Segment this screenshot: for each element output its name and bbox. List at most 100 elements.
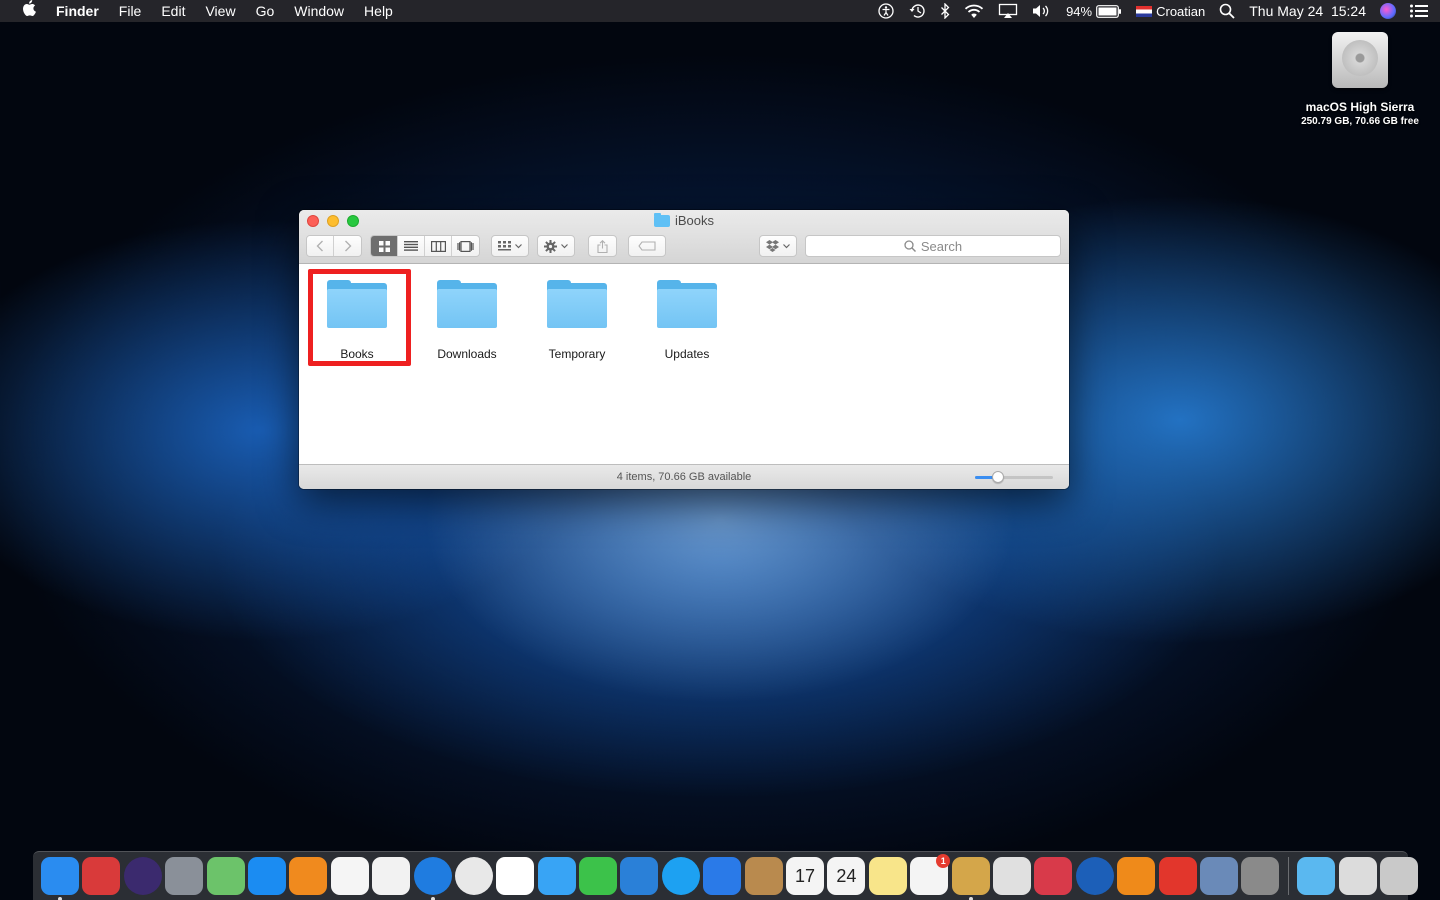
chevron-down-icon xyxy=(515,243,522,248)
window-titlebar[interactable]: iBooks Search xyxy=(299,210,1069,264)
dropbox-control xyxy=(759,235,797,257)
menu-bar-extras: 94% Croatian Thu May 24 15:24 xyxy=(878,0,1428,22)
dock-item-applications-folder[interactable] xyxy=(1297,857,1336,895)
menu-file[interactable]: File xyxy=(109,0,152,22)
input-source-label: Croatian xyxy=(1156,3,1206,19)
dock-app-system-preferences[interactable] xyxy=(1241,857,1280,895)
dock-app-onepassword[interactable] xyxy=(1075,857,1114,895)
dock-app-ibooks[interactable] xyxy=(289,857,328,895)
dock-app-chrome[interactable] xyxy=(454,857,493,895)
menu-app-name[interactable]: Finder xyxy=(46,0,109,22)
dock-app-pdf-expert[interactable] xyxy=(1158,857,1197,895)
spotlight-search-icon[interactable] xyxy=(1219,0,1235,22)
dock-app-twitter[interactable] xyxy=(661,857,700,895)
status-bar: 4 items, 70.66 GB available xyxy=(299,464,1069,489)
airplay-icon[interactable] xyxy=(998,0,1018,22)
dock-app-slack[interactable] xyxy=(496,857,535,895)
dock-app-fantastical[interactable]: 17 xyxy=(786,857,825,895)
input-source-menu[interactable]: Croatian xyxy=(1136,0,1205,22)
time-machine-icon[interactable] xyxy=(908,0,926,22)
gallery-view-button[interactable] xyxy=(452,236,479,256)
forward-button[interactable] xyxy=(334,236,361,256)
menu-bar: Finder File Edit View Go Window Help 94% xyxy=(0,0,1440,22)
dock-app-spark[interactable] xyxy=(703,857,742,895)
arrange-control xyxy=(491,235,529,257)
dock-app-facetime[interactable] xyxy=(579,857,618,895)
arrange-button[interactable] xyxy=(491,235,529,257)
dock-app-messages[interactable] xyxy=(537,857,576,895)
action-control xyxy=(537,235,575,257)
chevron-down-icon xyxy=(783,243,790,248)
notification-center-icon[interactable] xyxy=(1410,0,1428,22)
dock-app-finder[interactable] xyxy=(41,857,79,900)
icon-view-button[interactable] xyxy=(371,236,398,256)
wifi-icon[interactable] xyxy=(964,0,984,22)
dropbox-button[interactable] xyxy=(759,235,797,257)
dock-app-launchpad[interactable] xyxy=(165,857,204,895)
clock[interactable]: Thu May 24 15:24 xyxy=(1249,0,1366,22)
folder-item-temporary[interactable]: Temporary xyxy=(527,280,627,361)
share-button[interactable] xyxy=(588,235,617,257)
dock-item-trash[interactable] xyxy=(1379,857,1418,895)
fantastical-icon: 17 xyxy=(795,865,816,886)
action-button[interactable] xyxy=(537,235,575,257)
dock: 17 24 1 xyxy=(33,851,1418,900)
dock-item-screenshots[interactable] xyxy=(1338,857,1377,895)
dock-app-contacts[interactable] xyxy=(744,857,783,895)
folder-contents: Books Downloads Temporary Updates xyxy=(299,264,1069,464)
desktop-disk[interactable]: macOS High Sierra 250.79 GB, 70.66 GB fr… xyxy=(1290,32,1430,127)
menu-window[interactable]: Window xyxy=(284,0,354,22)
dock-app-safari[interactable] xyxy=(413,857,452,900)
dock-app-tweetbot[interactable] xyxy=(620,857,659,895)
dock-app-siri[interactable] xyxy=(123,857,162,895)
bluetooth-icon[interactable] xyxy=(940,0,950,22)
slider-knob[interactable] xyxy=(991,471,1004,483)
list-icon xyxy=(404,241,418,251)
chevron-right-icon xyxy=(344,240,351,252)
folder-icon xyxy=(657,280,717,328)
apple-menu-icon[interactable] xyxy=(12,0,46,22)
dock-app-photos[interactable] xyxy=(372,857,411,895)
chevron-down-icon xyxy=(561,243,568,248)
dock-app-notes[interactable] xyxy=(868,857,907,895)
column-view-button[interactable] xyxy=(425,236,452,256)
battery-status[interactable]: 94% xyxy=(1066,0,1122,22)
folder-icon xyxy=(437,280,497,328)
folder-item-downloads[interactable]: Downloads xyxy=(417,280,517,361)
dock-app-reminders[interactable]: 1 xyxy=(910,854,951,895)
accessibility-icon[interactable] xyxy=(878,0,894,22)
back-button[interactable] xyxy=(307,236,334,256)
dock-app-pixelmator[interactable] xyxy=(992,857,1031,895)
columns-icon xyxy=(430,240,446,252)
share-control xyxy=(588,235,617,257)
dock-app-vlc[interactable] xyxy=(1117,857,1156,895)
disk-capacity: 250.79 GB, 70.66 GB free xyxy=(1301,116,1419,127)
menu-go[interactable]: Go xyxy=(246,0,285,22)
icon-size-slider[interactable] xyxy=(975,471,1053,483)
menu-help[interactable]: Help xyxy=(354,0,403,22)
search-field[interactable]: Search xyxy=(805,235,1061,257)
dock-app-airmail[interactable] xyxy=(1034,857,1073,895)
siri-menu-icon[interactable] xyxy=(1380,0,1396,22)
tags-control xyxy=(628,235,666,257)
dock-app-image-capture[interactable] xyxy=(1199,857,1238,895)
dock-app-calendar[interactable]: 24 xyxy=(827,857,866,895)
folder-item-updates[interactable]: Updates xyxy=(637,280,737,361)
dock-app-itunes[interactable] xyxy=(330,857,369,895)
highlight-annotation xyxy=(308,269,411,366)
grid-icon xyxy=(378,240,390,252)
edit-tags-button[interactable] xyxy=(628,235,666,257)
list-view-button[interactable] xyxy=(398,236,425,256)
menu-bar-left: Finder File Edit View Go Window Help xyxy=(12,0,403,22)
dock-app-app-store[interactable] xyxy=(247,857,286,895)
hard-disk-icon xyxy=(1332,32,1388,88)
dock-app-maps[interactable] xyxy=(206,857,245,895)
dock-app-preview[interactable] xyxy=(951,857,990,900)
volume-icon[interactable] xyxy=(1032,0,1052,22)
navigation-buttons xyxy=(306,235,362,257)
menu-edit[interactable]: Edit xyxy=(151,0,195,22)
dock-app-photo-booth[interactable] xyxy=(82,857,121,895)
menu-view[interactable]: View xyxy=(195,0,245,22)
search-placeholder: Search xyxy=(920,238,963,254)
notification-badge: 1 xyxy=(936,854,951,868)
